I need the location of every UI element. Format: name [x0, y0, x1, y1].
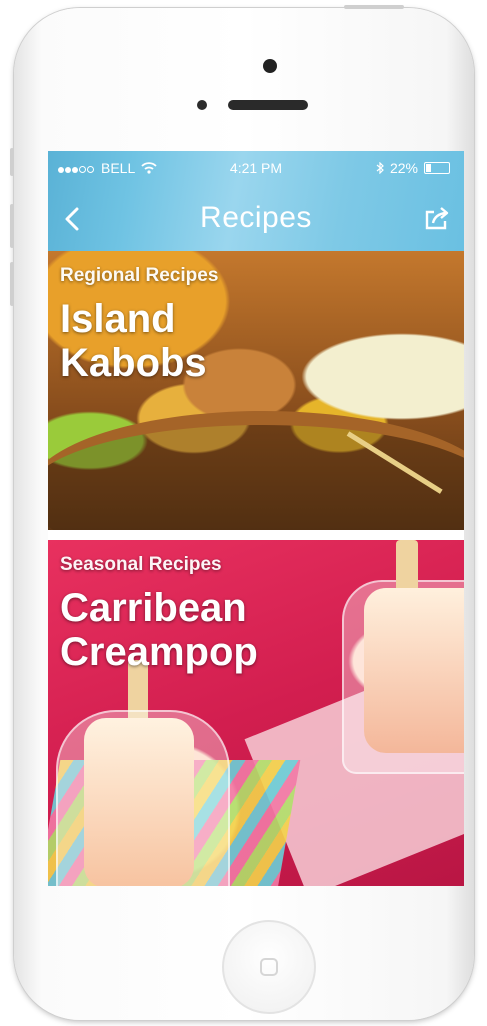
app-screen: BELL 4:21 PM 22% Recipes Regional Recipe… [48, 151, 464, 886]
card-divider [48, 530, 464, 540]
recipe-title-line2: Kabobs [60, 341, 207, 385]
recipe-title-line2: Creampop [60, 630, 258, 674]
app-header: BELL 4:21 PM 22% Recipes [48, 151, 464, 251]
bluetooth-icon [376, 162, 384, 174]
proximity-sensor [197, 100, 207, 110]
volume-up-button [10, 204, 14, 248]
recipe-title-line1: Island [60, 297, 176, 341]
battery-group: 22% [376, 160, 450, 176]
home-button-square [260, 958, 278, 976]
status-bar: BELL 4:21 PM 22% [48, 151, 464, 185]
recipe-card-island-kabobs[interactable]: Regional Recipes Island Kabobs [48, 251, 464, 530]
recipe-card-carribean-creampop[interactable]: Seasonal Recipes Carribean Creampop [48, 540, 464, 886]
food-photo-creampop-left [84, 718, 194, 886]
nav-bar: Recipes [48, 195, 464, 245]
recipe-category: Seasonal Recipes [60, 554, 222, 575]
mute-switch [10, 148, 14, 176]
home-button[interactable] [222, 920, 316, 1014]
share-icon[interactable] [422, 203, 452, 233]
battery-icon [424, 162, 450, 174]
page-title: Recipes [200, 201, 312, 234]
food-photo-creampop-right [364, 588, 464, 753]
recipe-card-label: Regional Recipes Island Kabobs [60, 265, 218, 385]
battery-fill [426, 164, 432, 172]
recipe-category: Regional Recipes [60, 265, 219, 286]
battery-percent: 22% [389, 160, 418, 176]
front-camera [263, 59, 277, 73]
recipe-card-label: Seasonal Recipes Carribean Creampop [60, 554, 258, 674]
power-button [344, 5, 404, 9]
earpiece-speaker [228, 100, 308, 110]
volume-down-button [10, 262, 14, 306]
recipe-title-line1: Carribean [60, 586, 247, 630]
